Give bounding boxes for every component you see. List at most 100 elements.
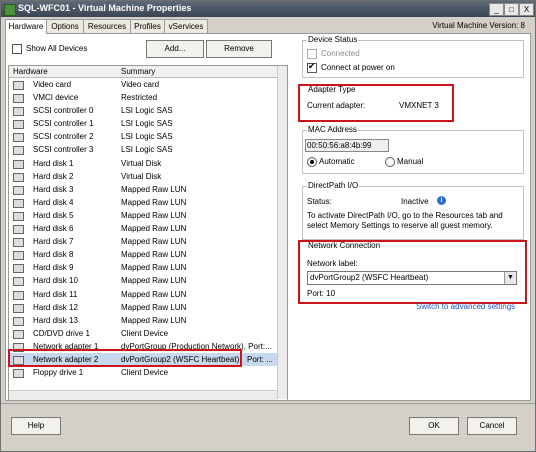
column-hardware[interactable]: Hardware xyxy=(13,67,48,76)
hardware-name: Hard disk 4 xyxy=(33,197,74,207)
hardware-summary: Virtual Disk xyxy=(121,158,162,168)
hardware-row[interactable]: Hard disk 6 Mapped Raw LUN xyxy=(9,222,277,235)
hardware-name: SCSI controller 1 xyxy=(33,119,94,129)
hardware-row[interactable]: SCSI controller 2 LSI Logic SAS xyxy=(9,130,277,143)
hardware-summary: Mapped Raw LUN xyxy=(121,224,187,234)
mac-address-field[interactable]: 00:50:56:a8:4b:99 xyxy=(305,139,389,152)
column-summary[interactable]: Summary xyxy=(121,67,155,76)
hardware-summary: Client Device xyxy=(121,368,169,378)
hardware-summary: Virtual Disk xyxy=(121,171,162,181)
vertical-scrollbar[interactable] xyxy=(277,66,287,399)
show-all-devices-checkbox[interactable] xyxy=(12,44,22,54)
hardware-summary-port: Port: ... xyxy=(247,354,273,364)
cancel-button[interactable]: Cancel xyxy=(467,417,517,435)
hardware-row[interactable]: SCSI controller 0 LSI Logic SAS xyxy=(9,104,277,117)
hardware-summary: Mapped Raw LUN xyxy=(121,302,187,312)
hardware-name: Hard disk 6 xyxy=(33,224,74,234)
tab-vservices[interactable]: vServices xyxy=(164,19,208,33)
tab-hardware[interactable]: Hardware xyxy=(5,19,47,34)
hardware-row[interactable]: Hard disk 7 Mapped Raw LUN xyxy=(9,235,277,248)
connect-at-power-on-checkbox[interactable]: ✔ xyxy=(307,61,317,73)
hardware-row[interactable]: SCSI controller 3 LSI Logic SAS xyxy=(9,143,277,156)
manual-label: Manual xyxy=(397,157,424,166)
hardware-row[interactable]: VMCI device Restricted xyxy=(9,91,277,104)
hardware-summary: LSI Logic SAS xyxy=(121,145,173,155)
add-button[interactable]: Add... xyxy=(146,40,204,58)
scsi-icon xyxy=(13,120,24,130)
list-header: Hardware Summary xyxy=(9,66,277,78)
ok-button[interactable]: OK xyxy=(409,417,459,435)
automatic-radio[interactable] xyxy=(307,157,317,167)
hardware-row[interactable]: Video card Video card xyxy=(9,78,277,91)
scsi-icon xyxy=(13,133,24,143)
tab-options[interactable]: Options xyxy=(46,19,84,33)
switch-advanced-link[interactable]: Switch to advanced settings xyxy=(416,302,515,311)
hard-disk-icon xyxy=(13,159,24,169)
close-button[interactable]: X xyxy=(519,3,534,16)
hardware-row[interactable]: Hard disk 1 Virtual Disk xyxy=(9,157,277,170)
scsi-icon xyxy=(13,107,24,117)
tab-resources[interactable]: Resources xyxy=(83,19,131,33)
show-all-devices-label: Show All Devices xyxy=(26,44,88,53)
help-button[interactable]: Help xyxy=(11,417,61,435)
connect-at-power-on-label: Connect at power on xyxy=(321,63,395,72)
vm-properties-window: SQL-WFC01 - Virtual Machine Properties _… xyxy=(0,0,536,452)
hardware-row[interactable]: Hard disk 8 Mapped Raw LUN xyxy=(9,248,277,261)
hardware-row[interactable]: Hard disk 2 Virtual Disk xyxy=(9,170,277,183)
hardware-name: Hard disk 13 xyxy=(33,315,78,325)
hardware-row[interactable]: Hard disk 5 Mapped Raw LUN xyxy=(9,209,277,222)
directpath-status-label: Status: xyxy=(307,197,332,206)
hardware-summary: Mapped Raw LUN xyxy=(121,184,187,194)
hardware-name: Hard disk 10 xyxy=(33,276,78,286)
hard-disk-icon xyxy=(13,290,24,300)
hardware-row[interactable]: CD/DVD drive 1 Client Device xyxy=(9,327,277,340)
hardware-summary: LSI Logic SAS xyxy=(121,132,173,142)
hardware-summary: Mapped Raw LUN xyxy=(121,276,187,286)
maximize-button[interactable]: □ xyxy=(504,3,519,16)
hardware-row[interactable]: Hard disk 4 Mapped Raw LUN xyxy=(9,196,277,209)
hard-disk-icon xyxy=(13,225,24,235)
hardware-row[interactable]: Floppy drive 1 Client Device xyxy=(9,366,277,379)
hard-disk-icon xyxy=(13,172,24,182)
manual-radio[interactable] xyxy=(385,157,395,167)
remove-button[interactable]: Remove xyxy=(206,40,272,58)
hardware-name: Hard disk 11 xyxy=(33,289,78,299)
hardware-row[interactable]: Hard disk 11 Mapped Raw LUN xyxy=(9,288,277,301)
horizontal-scrollbar[interactable] xyxy=(9,390,277,400)
title-bar[interactable]: SQL-WFC01 - Virtual Machine Properties _… xyxy=(1,1,535,17)
floppy-icon xyxy=(13,369,24,379)
check-mark-icon: ✔ xyxy=(308,61,316,71)
hardware-row[interactable]: Hard disk 10 Mapped Raw LUN xyxy=(9,274,277,287)
hardware-name: Hard disk 1 xyxy=(33,158,74,168)
connected-checkbox[interactable] xyxy=(307,49,317,59)
hardware-row[interactable]: SCSI controller 1 LSI Logic SAS xyxy=(9,117,277,130)
hardware-name: Hard disk 3 xyxy=(33,184,74,194)
hard-disk-icon xyxy=(13,211,24,221)
vmci-icon xyxy=(13,94,24,104)
tab-profiles[interactable]: Profiles xyxy=(130,19,165,33)
hardware-summary: Mapped Raw LUN xyxy=(121,315,187,325)
hardware-summary: Video card xyxy=(121,80,160,89)
directpath-info-text: To activate DirectPath I/O, go to the Re… xyxy=(307,211,503,230)
hard-disk-icon xyxy=(13,185,24,195)
hard-disk-icon xyxy=(13,303,24,313)
hardware-name: Hard disk 8 xyxy=(33,250,74,260)
hardware-row[interactable]: Hard disk 12 Mapped Raw LUN xyxy=(9,301,277,314)
adapter-type-highlight xyxy=(298,84,454,122)
hardware-summary: Client Device xyxy=(121,328,169,338)
hardware-summary: Mapped Raw LUN xyxy=(121,263,187,273)
hard-disk-icon xyxy=(13,277,24,287)
hardware-name: VMCI device xyxy=(33,93,79,103)
cd-dvd-icon xyxy=(13,329,24,339)
hardware-row[interactable]: Hard disk 3 Mapped Raw LUN xyxy=(9,183,277,196)
hardware-row[interactable]: Hard disk 9 Mapped Raw LUN xyxy=(9,261,277,274)
vm-version-label: Virtual Machine Version: 8 xyxy=(432,21,525,30)
hardware-summary: Mapped Raw LUN xyxy=(121,250,187,260)
window-title: SQL-WFC01 - Virtual Machine Properties xyxy=(18,3,192,13)
info-icon[interactable]: i xyxy=(437,196,446,205)
connected-label: Connected xyxy=(321,49,360,58)
directpath-legend: DirectPath I/O xyxy=(307,181,360,190)
mac-address-group: MAC Address 00:50:56:a8:4b:99 Automatic … xyxy=(302,125,524,174)
minimize-button[interactable]: _ xyxy=(489,3,504,16)
hardware-row[interactable]: Hard disk 13 Mapped Raw LUN xyxy=(9,314,277,327)
